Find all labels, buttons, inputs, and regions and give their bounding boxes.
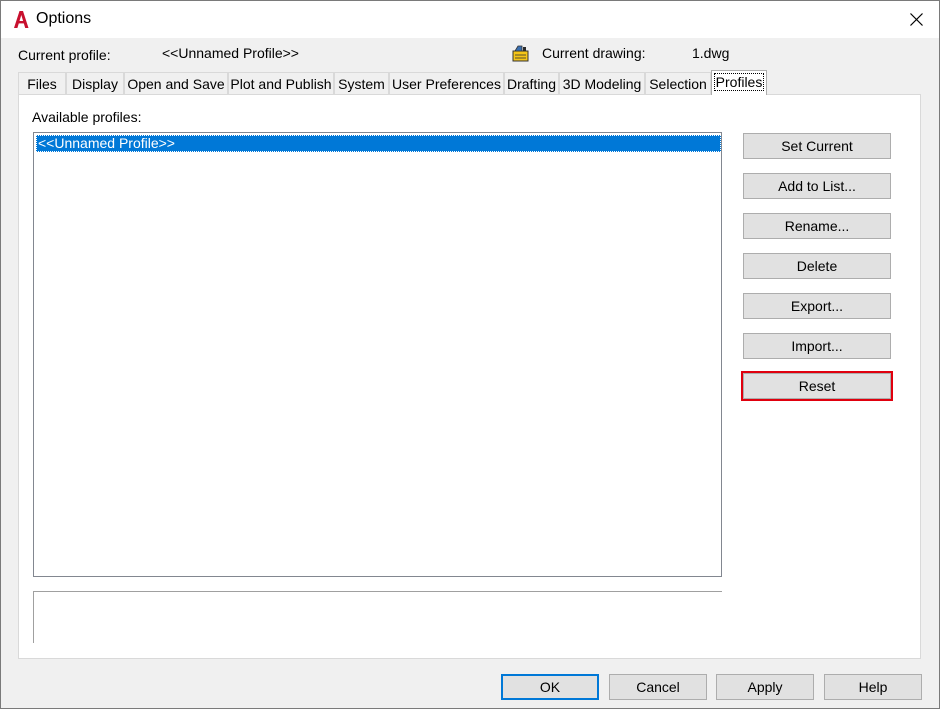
- profile-description-box: [33, 591, 722, 643]
- tab-drafting[interactable]: Drafting: [504, 72, 559, 94]
- tab-label: 3D Modeling: [562, 76, 642, 92]
- tab-system[interactable]: System: [334, 72, 389, 94]
- apply-button[interactable]: Apply: [716, 674, 814, 700]
- export-button[interactable]: Export...: [743, 293, 891, 319]
- available-profiles-label: Available profiles:: [32, 109, 142, 125]
- current-profile-value: <<Unnamed Profile>>: [162, 45, 299, 61]
- delete-button[interactable]: Delete: [743, 253, 891, 279]
- close-button[interactable]: [893, 1, 939, 38]
- drawing-file-icon: [512, 45, 529, 62]
- tab-label: Files: [27, 76, 57, 92]
- list-item-selected-profile[interactable]: <<Unnamed Profile>>: [36, 135, 721, 152]
- cancel-button[interactable]: Cancel: [609, 674, 707, 700]
- set-current-button[interactable]: Set Current: [743, 133, 891, 159]
- current-drawing-label: Current drawing:: [542, 45, 646, 61]
- profiles-panel: Available profiles: <<Unnamed Profile>> …: [18, 94, 921, 659]
- autocad-logo-icon: [14, 11, 29, 28]
- help-button[interactable]: Help: [824, 674, 922, 700]
- tab-files[interactable]: Files: [18, 72, 66, 94]
- available-profiles-list[interactable]: <<Unnamed Profile>>: [33, 132, 722, 577]
- options-dialog: Options Current profile: <<Unnamed Profi…: [0, 0, 940, 709]
- current-profile-label: Current profile:: [18, 47, 111, 63]
- tab-label: Selection: [649, 76, 707, 92]
- title-bar: Options: [1, 1, 939, 38]
- tab-plot-and-publish[interactable]: Plot and Publish: [228, 72, 334, 94]
- tab-label: Profiles: [713, 73, 765, 91]
- window-title: Options: [36, 10, 92, 27]
- close-icon: [909, 13, 923, 26]
- tab-label: Display: [72, 76, 118, 92]
- rename-button[interactable]: Rename...: [743, 213, 891, 239]
- tab-selection[interactable]: Selection: [645, 72, 711, 94]
- current-drawing-value: 1.dwg: [692, 45, 730, 61]
- reset-button[interactable]: Reset: [743, 373, 891, 399]
- tab-label: System: [338, 76, 385, 92]
- tab-user-preferences[interactable]: User Preferences: [389, 72, 504, 94]
- ok-button[interactable]: OK: [501, 674, 599, 700]
- import-button[interactable]: Import...: [743, 333, 891, 359]
- tab-label: Drafting: [506, 76, 557, 92]
- add-to-list-button[interactable]: Add to List...: [743, 173, 891, 199]
- tab-label: Open and Save: [127, 76, 225, 92]
- tab-display[interactable]: Display: [66, 72, 124, 94]
- tab-label: User Preferences: [392, 76, 501, 92]
- tab-profiles[interactable]: Profiles: [711, 70, 767, 95]
- tab-open-and-save[interactable]: Open and Save: [124, 72, 228, 94]
- tab-label: Plot and Publish: [230, 76, 332, 92]
- tab-3d-modeling[interactable]: 3D Modeling: [559, 72, 645, 94]
